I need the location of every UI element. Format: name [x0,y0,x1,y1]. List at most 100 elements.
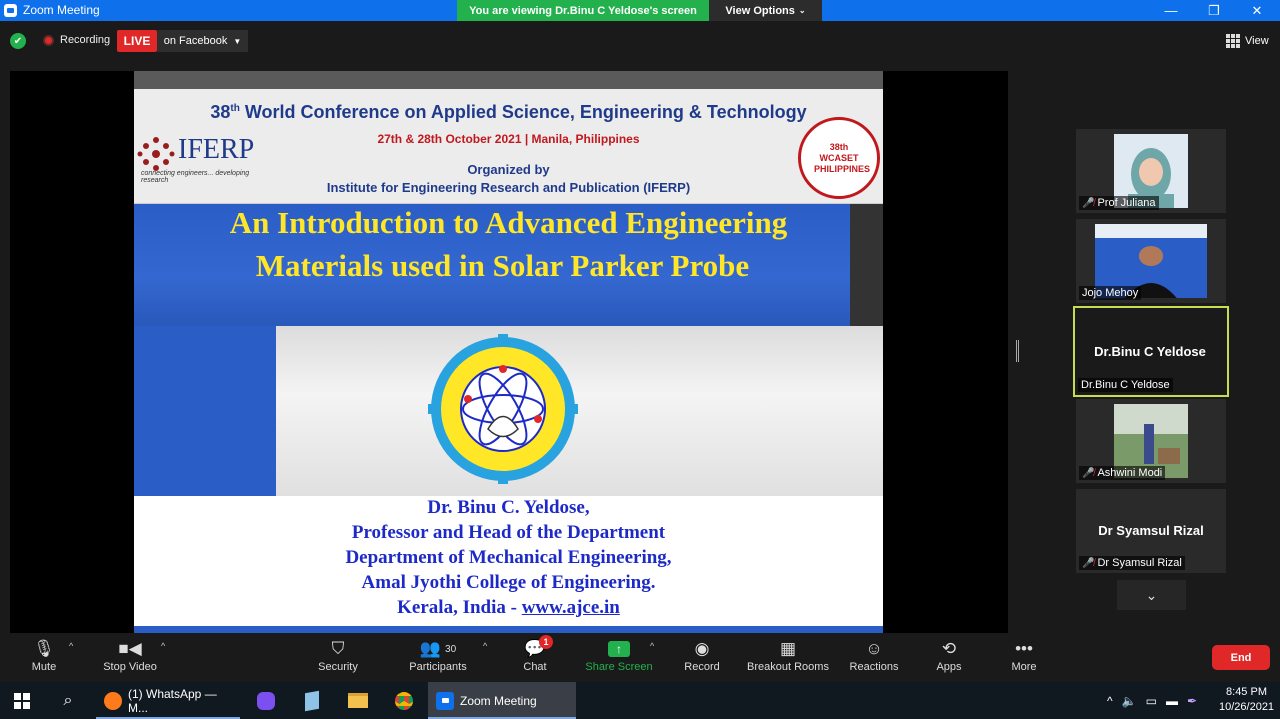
volume-icon[interactable]: 🔈 [1122,694,1137,708]
taskbar-app-whatsapp[interactable]: (1) WhatsApp — M... [96,682,240,719]
security-shield-icon[interactable]: ✔ [10,33,26,49]
caret-down-icon: ▼ [233,36,242,46]
participant-display-name: Dr Syamsul Rizal [1098,523,1204,538]
presenter-name: Dr. Binu C. Yeldose, [427,497,590,518]
ellipsis-icon: ••• [1015,639,1033,658]
system-tray: ^ 🔈 ▭ ▬ ✒ [1107,682,1197,719]
video-options-caret[interactable]: ^ [161,641,165,651]
more-button[interactable]: ••• More [1006,637,1042,673]
stop-video-button[interactable]: ■◀ Stop Video [98,637,162,673]
chat-label: Chat [523,661,547,673]
apps-label: Apps [936,661,962,673]
iferp-logo: IFERP connecting engineers... developing… [136,134,276,184]
view-options-button[interactable]: View Options ⌄ [709,0,822,21]
live-target-dropdown[interactable]: on Facebook ▼ [157,30,248,52]
pen-icon[interactable]: ✒ [1187,694,1197,708]
participant-tile[interactable]: 🎤̸ Prof Juliana [1076,129,1226,213]
topic-line-2: Materials used in Solar Parker Probe [255,248,750,283]
viewing-screen-banner: You are viewing Dr.Binu C Yeldose's scre… [457,0,709,21]
active-speaker-name: Dr.Binu C Yeldose [1094,344,1206,359]
more-label: More [1011,661,1037,673]
college-website-link[interactable]: www.ajce.in [522,597,620,618]
mic-muted-icon: 🎤̸ [1082,467,1095,479]
share-arrow-icon: ↑ [608,641,630,657]
panel-resize-handle[interactable] [1016,340,1019,362]
breakout-rooms-icon: ▦ [779,639,797,658]
mic-muted-icon: 🎤̸ [1082,557,1095,569]
chrome-icon[interactable] [388,682,420,719]
share-screen-button[interactable]: ↑ Share Screen [583,637,655,673]
windows-start-icon[interactable] [6,682,38,719]
search-icon[interactable]: ⌕ [52,682,84,719]
grid-view-icon [1226,34,1240,48]
messenger-app-icon[interactable] [250,682,282,719]
maximize-button[interactable]: ❐ [1194,0,1234,21]
shield-icon: ⛉ [331,639,345,658]
view-button[interactable]: View [1226,34,1269,48]
participants-count: 30 [445,643,457,655]
participant-tile[interactable]: Dr Syamsul Rizal 🎤̸ Dr Syamsul Rizal [1076,489,1226,573]
minimize-button[interactable]: — [1151,0,1191,21]
chevron-down-icon: ⌄ [798,6,806,15]
file-explorer-icon[interactable] [342,682,374,719]
taskbar-app-label: Zoom Meeting [460,693,537,708]
live-target-label: on Facebook [163,35,228,47]
presentation-slide: 38th World Conference on Applied Science… [134,71,883,633]
mute-label: Mute [31,661,57,673]
taskbar-clock[interactable]: 8:45 PM 10/26/2021 [1219,685,1274,715]
participant-name-tag: 🎤̸ Dr Syamsul Rizal [1079,556,1185,570]
mute-button[interactable]: 🎙 Mute [22,637,66,673]
share-options-caret[interactable]: ^ [650,641,654,651]
participants-icon: 👥 30 [419,639,457,658]
slide-bottom-strip [134,626,883,633]
breakout-rooms-button[interactable]: ▦ Breakout Rooms [745,637,831,673]
battery-icon[interactable]: ▬ [1166,694,1178,708]
taskbar-app-zoom[interactable]: Zoom Meeting [428,682,576,719]
presenter-college: Amal Jyothi College of Engineering. [361,572,656,593]
zoom-logo-icon [4,3,17,17]
participants-button[interactable]: 👥 30 Participants [404,637,472,673]
smiley-icon: ☺ [865,639,883,658]
participant-name-tag: Dr.Binu C Yeldose [1078,378,1173,392]
notepad-app-icon[interactable] [296,682,328,719]
end-meeting-button[interactable]: End [1212,645,1270,670]
wcaset-seal: 38th WCASET PHILIPPINES [798,117,880,199]
chevron-up-icon[interactable]: ^ [1107,694,1113,708]
scroll-down-button[interactable]: ⌄ [1117,580,1186,610]
record-button[interactable]: ◉ Record [681,637,723,673]
participant-tile[interactable]: 🎤̸ Ashwini Modi [1076,399,1226,483]
zoom-app-icon [436,691,454,710]
clock-time: 8:45 PM [1226,686,1267,698]
participants-options-caret[interactable]: ^ [483,641,487,651]
network-icon[interactable]: ▭ [1146,694,1157,708]
recording-dot-icon [43,35,54,46]
meeting-top-bar: ✔ Recording LIVE on Facebook ▼ View [0,21,1280,61]
close-button[interactable]: ✕ [1237,0,1277,21]
apps-button[interactable]: ⟲ Apps [932,637,966,673]
share-screen-icon-wrap: ↑ [583,637,655,661]
chat-unread-badge: 1 [539,635,553,649]
audio-options-caret[interactable]: ^ [69,641,73,651]
view-label: View [1245,35,1269,47]
reactions-button[interactable]: ☺ Reactions [847,637,901,673]
topic-line-1: An Introduction to Advanced Engineering [229,205,788,240]
clock-date: 10/26/2021 [1219,701,1275,713]
security-button[interactable]: ⛉ Security [313,637,363,673]
slide-header: 38th World Conference on Applied Science… [134,89,883,204]
college-seal-icon [428,334,578,484]
mic-muted-icon: 🎤̸ [1082,197,1095,209]
participant-name-tag: Jojo Mehoy [1079,286,1142,300]
recording-label[interactable]: Recording [60,34,110,46]
reactions-label: Reactions [849,661,899,673]
active-speaker-tile[interactable]: Dr.Binu C Yeldose Dr.Binu C Yeldose [1073,306,1229,397]
presenter-title: Professor and Head of the Department [351,522,666,543]
window-title: Zoom Meeting [23,3,100,17]
apps-icon: ⟲ [941,639,957,658]
presenter-location: Kerala, India - www.ajce.in [397,597,620,618]
wcaset-seal-text: 38th WCASET PHILIPPINES [814,141,871,174]
live-badge[interactable]: LIVE [117,30,157,52]
iferp-wordmark: IFERP [178,134,255,165]
participant-tile[interactable]: Jojo Mehoy [1076,219,1226,303]
record-icon: ◉ [694,639,710,658]
chevron-down-icon: ⌄ [1145,586,1158,603]
